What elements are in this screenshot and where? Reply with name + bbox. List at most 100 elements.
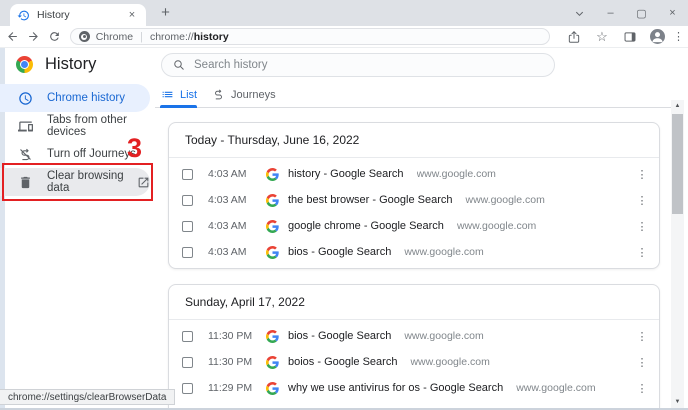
entry-checkbox[interactable] bbox=[182, 247, 193, 258]
history-cards: Today - Thursday, June 16, 2022 4:03 AM … bbox=[168, 122, 660, 410]
entry-title-link[interactable]: boios - Google Search bbox=[288, 356, 397, 368]
entry-checkbox[interactable] bbox=[182, 331, 193, 342]
google-favicon-icon bbox=[266, 330, 279, 343]
history-date-header: Today - Thursday, June 16, 2022 bbox=[169, 123, 659, 158]
scrollbar-thumb[interactable] bbox=[672, 114, 683, 214]
entry-title-link[interactable]: bios - Google Search bbox=[288, 246, 391, 258]
entry-menu-kebab-icon[interactable]: ⋮ bbox=[635, 330, 649, 343]
browser-toolbar: Chrome | chrome://history ☆ ⋮ bbox=[0, 26, 688, 48]
journeys-off-icon bbox=[18, 147, 33, 162]
history-entry-row: 4:03 AM the best browser - Google Search… bbox=[169, 187, 659, 213]
search-icon bbox=[173, 59, 185, 71]
browser-menu-kebab-icon[interactable]: ⋮ bbox=[673, 30, 684, 43]
search-input[interactable] bbox=[194, 59, 494, 71]
entry-menu-kebab-icon[interactable]: ⋮ bbox=[635, 246, 649, 259]
entry-title-link[interactable]: google chrome - Google Search bbox=[288, 220, 444, 232]
entry-title-link[interactable]: why we use antivirus for os - Google Sea… bbox=[288, 382, 503, 394]
entry-time: 11:29 PM bbox=[208, 382, 266, 394]
google-favicon-icon bbox=[266, 220, 279, 233]
tab-label: List bbox=[180, 89, 197, 101]
history-entry-row: 4:03 AM history - Google Search www.goog… bbox=[169, 161, 659, 187]
entry-menu-kebab-icon[interactable]: ⋮ bbox=[635, 168, 649, 181]
google-favicon-icon bbox=[266, 356, 279, 369]
tab-close-icon[interactable]: × bbox=[125, 8, 139, 22]
share-icon[interactable] bbox=[566, 29, 582, 45]
entry-checkbox[interactable] bbox=[182, 357, 193, 368]
history-group-card: Today - Thursday, June 16, 2022 4:03 AM … bbox=[168, 122, 660, 269]
google-favicon-icon bbox=[266, 382, 279, 395]
history-date-header: Sunday, April 17, 2022 bbox=[169, 285, 659, 320]
sidebar-item-label: Turn off Journeys bbox=[47, 148, 136, 160]
entry-checkbox[interactable] bbox=[182, 169, 193, 180]
history-entry-row: 11:30 PM bios - Google Search www.google… bbox=[169, 323, 659, 349]
close-window-button[interactable]: × bbox=[657, 0, 688, 26]
devices-icon bbox=[18, 119, 33, 134]
tab-strip: History × + – ▢ × bbox=[0, 0, 688, 26]
scrollbar-up-icon[interactable]: ▲ bbox=[671, 100, 684, 112]
entry-time: 11:30 PM bbox=[208, 356, 266, 368]
entry-title-link[interactable]: history - Google Search bbox=[288, 168, 404, 180]
tab-label: Journeys bbox=[231, 89, 276, 101]
status-bar-url: chrome://settings/clearBrowserData bbox=[0, 389, 175, 405]
tab-title: History bbox=[37, 9, 125, 21]
clock-icon bbox=[18, 91, 33, 106]
entry-domain: www.google.com bbox=[410, 356, 635, 368]
entry-title-link[interactable]: bios - Google Search bbox=[288, 330, 391, 342]
entry-domain: www.google.com bbox=[417, 168, 635, 180]
entry-domain: www.google.com bbox=[404, 246, 635, 258]
entry-menu-kebab-icon[interactable]: ⋮ bbox=[635, 220, 649, 233]
omnibox-url: chrome://history bbox=[150, 31, 229, 43]
google-favicon-icon bbox=[266, 246, 279, 259]
side-panel-icon[interactable] bbox=[622, 29, 638, 45]
forward-button[interactable] bbox=[26, 28, 42, 45]
entry-title-link[interactable]: the best browser - Google Search bbox=[288, 194, 452, 206]
chrome-logo-icon bbox=[16, 56, 33, 73]
profile-avatar-icon[interactable] bbox=[650, 29, 665, 44]
history-rows: 11:30 PM bios - Google Search www.google… bbox=[169, 320, 659, 410]
tab-journeys-view[interactable]: Journeys bbox=[212, 82, 276, 107]
tab-search-chevron-icon[interactable] bbox=[564, 0, 595, 26]
omnibox[interactable]: Chrome | chrome://history bbox=[70, 28, 550, 45]
page-title: History bbox=[45, 55, 96, 74]
entry-checkbox[interactable] bbox=[182, 383, 193, 394]
entry-checkbox[interactable] bbox=[182, 221, 193, 232]
browser-window: History × + – ▢ × Chrome | chrome://hist… bbox=[0, 0, 688, 410]
entry-checkbox[interactable] bbox=[182, 195, 193, 206]
tab-list-view[interactable]: List bbox=[161, 82, 197, 107]
entry-time: 4:03 AM bbox=[208, 220, 266, 232]
scrollbar-down-icon[interactable]: ▼ bbox=[671, 396, 684, 408]
maximize-button[interactable]: ▢ bbox=[626, 0, 657, 26]
entry-menu-kebab-icon[interactable]: ⋮ bbox=[635, 382, 649, 395]
entry-time: 4:03 AM bbox=[208, 194, 266, 206]
annotation-highlight-box bbox=[2, 163, 153, 201]
active-tab-underline bbox=[160, 105, 197, 108]
entry-domain: www.google.com bbox=[516, 382, 635, 394]
bookmark-star-icon[interactable]: ☆ bbox=[594, 29, 610, 45]
entry-menu-kebab-icon[interactable]: ⋮ bbox=[635, 356, 649, 369]
reload-button[interactable] bbox=[47, 28, 63, 45]
window-controls: – ▢ × bbox=[564, 0, 688, 26]
minimize-button[interactable]: – bbox=[595, 0, 626, 26]
history-favicon-icon bbox=[17, 9, 30, 22]
entry-time: 11:30 PM bbox=[208, 330, 266, 342]
scrollbar-track[interactable]: ▲ ▼ bbox=[671, 100, 684, 410]
history-group-card: Sunday, April 17, 2022 11:30 PM bios - G… bbox=[168, 284, 660, 410]
back-button[interactable] bbox=[5, 28, 21, 45]
journeys-icon bbox=[212, 88, 225, 101]
omnibox-separator: | bbox=[140, 31, 143, 43]
entry-time: 4:03 AM bbox=[208, 168, 266, 180]
history-entry-row: 11:30 PM boios - Google Search www.googl… bbox=[169, 349, 659, 375]
omnibox-engine-label: Chrome bbox=[96, 31, 133, 43]
history-entry-row: 4:03 AM google chrome - Google Search ww… bbox=[169, 213, 659, 239]
browser-tab-history[interactable]: History × bbox=[10, 4, 146, 26]
view-tabs: List Journeys bbox=[155, 82, 672, 108]
chrome-page-icon bbox=[79, 31, 90, 42]
sidebar-item-chrome-history[interactable]: Chrome history bbox=[0, 84, 150, 112]
history-entry-row: 11:29 PM why we use antivirus for os - G… bbox=[169, 375, 659, 401]
history-search-bar bbox=[161, 53, 555, 77]
new-tab-button[interactable]: + bbox=[157, 5, 174, 22]
list-icon bbox=[161, 88, 174, 101]
entry-domain: www.google.com bbox=[457, 220, 635, 232]
sidebar-item-label: Chrome history bbox=[47, 92, 125, 104]
entry-menu-kebab-icon[interactable]: ⋮ bbox=[635, 194, 649, 207]
